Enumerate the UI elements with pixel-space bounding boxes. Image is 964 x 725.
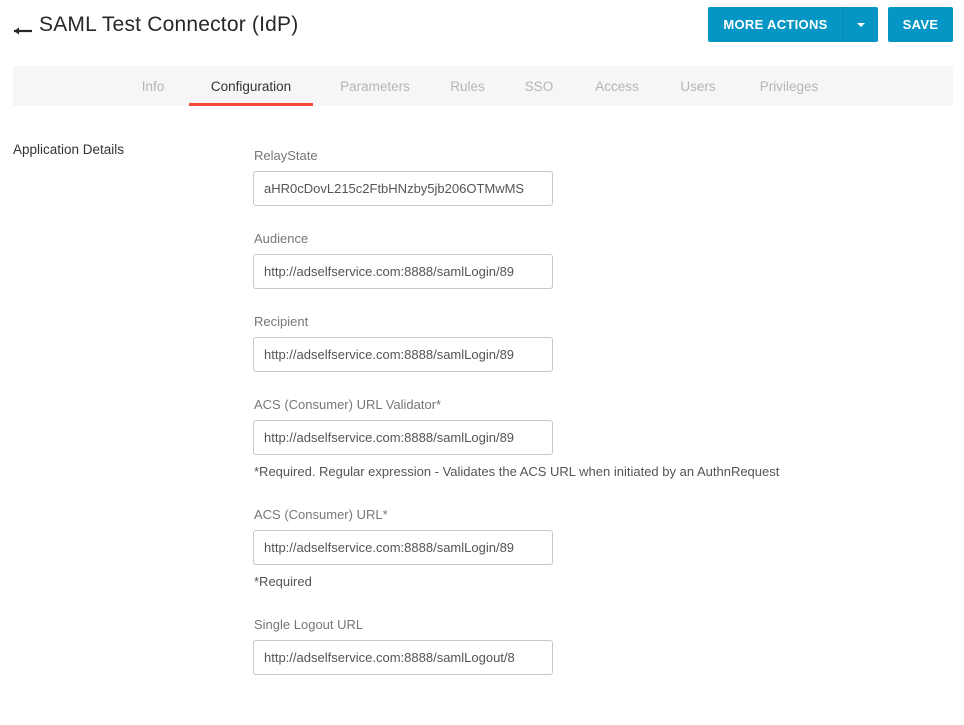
acs-url-validator-input[interactable] xyxy=(253,420,553,455)
acs-url-help: *Required xyxy=(254,574,312,589)
tab-configuration[interactable]: Configuration xyxy=(189,66,313,106)
tab-parameters[interactable]: Parameters xyxy=(333,66,417,106)
page-header: SAML Test Connector (IdP) MORE ACTIONS S… xyxy=(0,0,964,60)
tab-users[interactable]: Users xyxy=(675,66,721,106)
page-title: SAML Test Connector (IdP) xyxy=(39,13,299,36)
tab-info[interactable]: Info xyxy=(137,66,169,106)
tab-privileges[interactable]: Privileges xyxy=(753,66,825,106)
tab-access[interactable]: Access xyxy=(589,66,645,106)
save-button[interactable]: SAVE xyxy=(888,7,953,42)
more-actions-button-group: MORE ACTIONS xyxy=(708,7,878,42)
acs-url-validator-help: *Required. Regular expression - Validate… xyxy=(254,464,780,479)
recipient-input[interactable] xyxy=(253,337,553,372)
single-logout-url-label: Single Logout URL xyxy=(254,617,364,632)
acs-url-input[interactable] xyxy=(253,530,553,565)
acs-url-validator-label: ACS (Consumer) URL Validator* xyxy=(254,397,442,412)
acs-url-label: ACS (Consumer) URL* xyxy=(254,507,388,522)
audience-label: Audience xyxy=(254,231,309,246)
more-actions-dropdown-toggle[interactable] xyxy=(844,7,878,42)
caret-down-icon xyxy=(857,22,865,27)
relaystate-label: RelayState xyxy=(254,148,318,163)
single-logout-url-input[interactable] xyxy=(253,640,553,675)
more-actions-button[interactable]: MORE ACTIONS xyxy=(708,7,844,42)
section-title: Application Details xyxy=(13,142,125,157)
recipient-label: Recipient xyxy=(254,314,309,329)
relaystate-input[interactable] xyxy=(253,171,553,206)
tab-rules[interactable]: Rules xyxy=(445,66,490,106)
arrow-left-icon[interactable] xyxy=(13,25,33,37)
audience-input[interactable] xyxy=(253,254,553,289)
tab-sso[interactable]: SSO xyxy=(521,66,557,106)
tab-bar: Info Configuration Parameters Rules SSO … xyxy=(13,66,953,106)
